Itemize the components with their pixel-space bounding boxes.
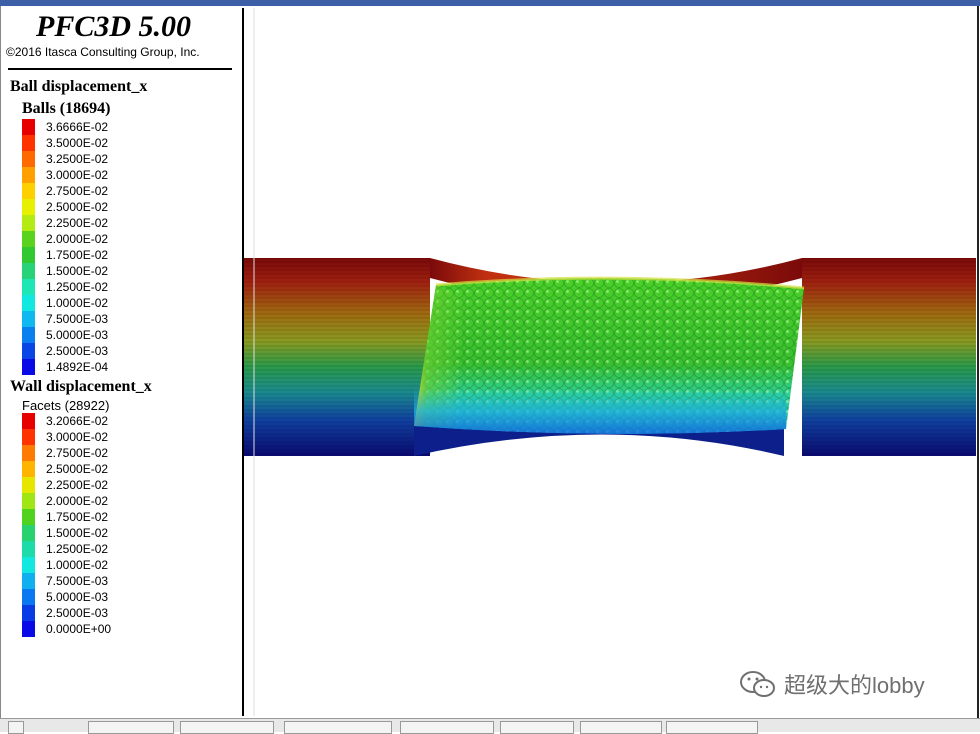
legend-swatch bbox=[22, 429, 35, 445]
legend-swatch bbox=[22, 445, 35, 461]
legend-swatch bbox=[22, 541, 35, 557]
ball-legend-title: Ball displacement_x bbox=[10, 78, 148, 95]
legend-swatch bbox=[22, 477, 35, 493]
legend-value: 3.0000E-02 bbox=[46, 430, 109, 444]
model-render bbox=[244, 8, 976, 716]
tab-8[interactable] bbox=[666, 721, 758, 734]
legend-value: 1.0000E-02 bbox=[46, 296, 109, 310]
tab-3[interactable] bbox=[180, 721, 274, 734]
legend-value: 1.7500E-02 bbox=[46, 510, 109, 524]
wall-legend-subtitle: Facets (28922) bbox=[22, 398, 110, 413]
legend-value: 7.5000E-03 bbox=[46, 312, 109, 326]
legend-value: 1.5000E-02 bbox=[46, 264, 109, 278]
legend-swatch bbox=[22, 183, 35, 199]
tab-1[interactable] bbox=[8, 721, 24, 734]
legend-swatch bbox=[22, 461, 35, 477]
legend-value: 1.4892E-04 bbox=[46, 360, 109, 374]
legend-swatch bbox=[22, 167, 35, 183]
legend-value: 1.5000E-02 bbox=[46, 526, 109, 540]
legend-value: 3.5000E-02 bbox=[46, 136, 109, 150]
legend-swatch bbox=[22, 327, 35, 343]
legend-value: 2.2500E-02 bbox=[46, 478, 109, 492]
watermark: 超级大的lobby bbox=[738, 668, 925, 700]
legend-swatch bbox=[22, 359, 35, 375]
legend-swatch bbox=[22, 247, 35, 263]
legend-value: 2.5000E-02 bbox=[46, 200, 109, 214]
legend-swatch bbox=[22, 589, 35, 605]
legend-value: 2.2500E-02 bbox=[46, 216, 109, 230]
legend-swatch bbox=[22, 279, 35, 295]
legend-value: 5.0000E-03 bbox=[46, 328, 109, 342]
legend-value: 2.0000E-02 bbox=[46, 494, 109, 508]
legend-swatch bbox=[22, 135, 35, 151]
tab-5[interactable] bbox=[400, 721, 494, 734]
legend-divider bbox=[8, 68, 232, 70]
legend-value: 2.0000E-02 bbox=[46, 232, 109, 246]
legend-swatch bbox=[22, 311, 35, 327]
legend-value: 2.7500E-02 bbox=[46, 446, 109, 460]
bottom-tab-bar bbox=[0, 718, 980, 734]
legend-swatch bbox=[22, 295, 35, 311]
legend-value: 3.0000E-02 bbox=[46, 168, 109, 182]
legend-swatch bbox=[22, 343, 35, 359]
legend-value: 5.0000E-03 bbox=[46, 590, 109, 604]
tab-6[interactable] bbox=[500, 721, 574, 734]
legend-value: 2.5000E-02 bbox=[46, 462, 109, 476]
legend-value: 0.0000E+00 bbox=[46, 622, 112, 636]
legend-swatch bbox=[22, 493, 35, 509]
legend-value: 2.7500E-02 bbox=[46, 184, 109, 198]
app-title: PFC3D 5.00 bbox=[36, 10, 192, 43]
legend-value: 1.2500E-02 bbox=[46, 280, 109, 294]
legend-value: 1.0000E-02 bbox=[46, 558, 109, 572]
legend-swatch bbox=[22, 215, 35, 231]
watermark-text: 超级大的lobby bbox=[784, 673, 925, 698]
legend-value: 2.5000E-03 bbox=[46, 344, 109, 358]
wall-legend-title: Wall displacement_x bbox=[10, 378, 152, 395]
legend-value: 1.7500E-02 bbox=[46, 248, 109, 262]
legend-value: 3.2066E-02 bbox=[46, 414, 109, 428]
legend-swatch bbox=[22, 231, 35, 247]
legend-swatch bbox=[22, 151, 35, 167]
legend-swatch bbox=[22, 573, 35, 589]
ball-legend-subtitle: Balls (18694) bbox=[22, 100, 111, 117]
legend-swatch bbox=[22, 413, 35, 429]
legend-panel: PFC3D 5.00 ©2016 Itasca Consulting Group… bbox=[2, 8, 244, 716]
legend-swatch bbox=[22, 557, 35, 573]
legend-value: 3.6666E-02 bbox=[46, 120, 109, 134]
legend-swatch bbox=[22, 525, 35, 541]
legend-swatch bbox=[22, 199, 35, 215]
tab-4[interactable] bbox=[284, 721, 392, 734]
tab-7[interactable] bbox=[580, 721, 662, 734]
legend-value: 7.5000E-03 bbox=[46, 574, 109, 588]
legend-swatch bbox=[22, 119, 35, 135]
legend-swatch bbox=[22, 621, 35, 637]
legend-value: 1.2500E-02 bbox=[46, 542, 109, 556]
legend-value: 3.2500E-02 bbox=[46, 152, 109, 166]
wechat-icon bbox=[740, 671, 775, 697]
legend-swatch bbox=[22, 509, 35, 525]
legend-swatch bbox=[22, 263, 35, 279]
legend-swatch bbox=[22, 605, 35, 621]
model-view[interactable] bbox=[244, 8, 976, 716]
legend-value: 2.5000E-03 bbox=[46, 606, 109, 620]
copyright-text: ©2016 Itasca Consulting Group, Inc. bbox=[6, 45, 200, 59]
tab-2[interactable] bbox=[88, 721, 174, 734]
